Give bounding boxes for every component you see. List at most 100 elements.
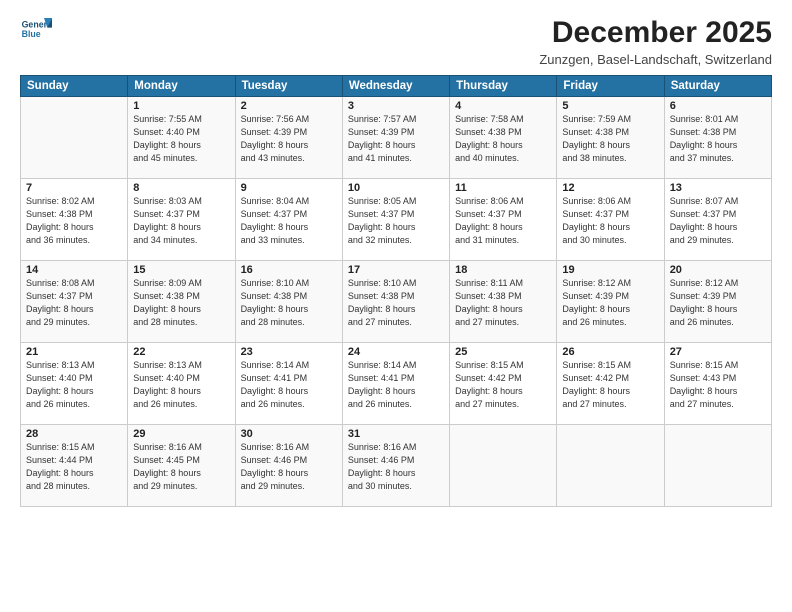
calendar-cell: 17Sunrise: 8:10 AM Sunset: 4:38 PM Dayli… (342, 261, 449, 343)
day-number: 15 (133, 264, 229, 276)
week-row-4: 21Sunrise: 8:13 AM Sunset: 4:40 PM Dayli… (21, 343, 772, 425)
day-number: 13 (670, 182, 766, 194)
calendar-cell: 25Sunrise: 8:15 AM Sunset: 4:42 PM Dayli… (450, 343, 557, 425)
day-number: 21 (26, 346, 122, 358)
day-info: Sunrise: 8:09 AM Sunset: 4:38 PM Dayligh… (133, 277, 229, 329)
day-number: 27 (670, 346, 766, 358)
day-number: 1 (133, 100, 229, 112)
calendar-cell: 23Sunrise: 8:14 AM Sunset: 4:41 PM Dayli… (235, 343, 342, 425)
week-row-5: 28Sunrise: 8:15 AM Sunset: 4:44 PM Dayli… (21, 425, 772, 507)
day-number: 25 (455, 346, 551, 358)
weekday-header-row: SundayMondayTuesdayWednesdayThursdayFrid… (21, 76, 772, 97)
calendar-cell: 5Sunrise: 7:59 AM Sunset: 4:38 PM Daylig… (557, 97, 664, 179)
day-info: Sunrise: 8:01 AM Sunset: 4:38 PM Dayligh… (670, 113, 766, 165)
day-number: 7 (26, 182, 122, 194)
calendar-cell: 3Sunrise: 7:57 AM Sunset: 4:39 PM Daylig… (342, 97, 449, 179)
day-info: Sunrise: 7:58 AM Sunset: 4:38 PM Dayligh… (455, 113, 551, 165)
day-number: 11 (455, 182, 551, 194)
calendar-cell: 28Sunrise: 8:15 AM Sunset: 4:44 PM Dayli… (21, 425, 128, 507)
calendar-cell: 6Sunrise: 8:01 AM Sunset: 4:38 PM Daylig… (664, 97, 771, 179)
calendar-cell: 7Sunrise: 8:02 AM Sunset: 4:38 PM Daylig… (21, 179, 128, 261)
calendar-cell: 1Sunrise: 7:55 AM Sunset: 4:40 PM Daylig… (128, 97, 235, 179)
day-number: 14 (26, 264, 122, 276)
day-info: Sunrise: 8:13 AM Sunset: 4:40 PM Dayligh… (26, 359, 122, 411)
day-info: Sunrise: 8:04 AM Sunset: 4:37 PM Dayligh… (241, 195, 337, 247)
calendar-cell: 22Sunrise: 8:13 AM Sunset: 4:40 PM Dayli… (128, 343, 235, 425)
calendar-cell (664, 425, 771, 507)
weekday-header-sunday: Sunday (21, 76, 128, 97)
day-info: Sunrise: 8:06 AM Sunset: 4:37 PM Dayligh… (455, 195, 551, 247)
weekday-header-wednesday: Wednesday (342, 76, 449, 97)
day-number: 16 (241, 264, 337, 276)
day-number: 19 (562, 264, 658, 276)
day-number: 30 (241, 428, 337, 440)
day-info: Sunrise: 8:02 AM Sunset: 4:38 PM Dayligh… (26, 195, 122, 247)
calendar-cell: 18Sunrise: 8:11 AM Sunset: 4:38 PM Dayli… (450, 261, 557, 343)
day-info: Sunrise: 7:56 AM Sunset: 4:39 PM Dayligh… (241, 113, 337, 165)
calendar-cell: 12Sunrise: 8:06 AM Sunset: 4:37 PM Dayli… (557, 179, 664, 261)
day-info: Sunrise: 8:16 AM Sunset: 4:46 PM Dayligh… (348, 441, 444, 493)
day-number: 5 (562, 100, 658, 112)
day-number: 9 (241, 182, 337, 194)
day-info: Sunrise: 8:10 AM Sunset: 4:38 PM Dayligh… (241, 277, 337, 329)
day-number: 26 (562, 346, 658, 358)
day-number: 24 (348, 346, 444, 358)
page: General Blue December 2025 Zunzgen, Base… (0, 0, 792, 612)
title-block: December 2025 Zunzgen, Basel-Landschaft,… (539, 16, 772, 67)
day-info: Sunrise: 8:10 AM Sunset: 4:38 PM Dayligh… (348, 277, 444, 329)
weekday-header-thursday: Thursday (450, 76, 557, 97)
day-number: 2 (241, 100, 337, 112)
day-number: 4 (455, 100, 551, 112)
weekday-header-monday: Monday (128, 76, 235, 97)
day-number: 23 (241, 346, 337, 358)
calendar-cell: 26Sunrise: 8:15 AM Sunset: 4:42 PM Dayli… (557, 343, 664, 425)
weekday-header-saturday: Saturday (664, 76, 771, 97)
month-title: December 2025 (539, 16, 772, 50)
calendar-cell: 20Sunrise: 8:12 AM Sunset: 4:39 PM Dayli… (664, 261, 771, 343)
calendar-cell (450, 425, 557, 507)
day-info: Sunrise: 7:55 AM Sunset: 4:40 PM Dayligh… (133, 113, 229, 165)
day-number: 8 (133, 182, 229, 194)
day-number: 17 (348, 264, 444, 276)
day-info: Sunrise: 7:57 AM Sunset: 4:39 PM Dayligh… (348, 113, 444, 165)
day-info: Sunrise: 8:07 AM Sunset: 4:37 PM Dayligh… (670, 195, 766, 247)
week-row-2: 7Sunrise: 8:02 AM Sunset: 4:38 PM Daylig… (21, 179, 772, 261)
svg-text:Blue: Blue (22, 29, 41, 39)
day-info: Sunrise: 8:06 AM Sunset: 4:37 PM Dayligh… (562, 195, 658, 247)
calendar-cell: 2Sunrise: 7:56 AM Sunset: 4:39 PM Daylig… (235, 97, 342, 179)
day-number: 31 (348, 428, 444, 440)
calendar-cell: 29Sunrise: 8:16 AM Sunset: 4:45 PM Dayli… (128, 425, 235, 507)
calendar-cell: 14Sunrise: 8:08 AM Sunset: 4:37 PM Dayli… (21, 261, 128, 343)
calendar-cell: 4Sunrise: 7:58 AM Sunset: 4:38 PM Daylig… (450, 97, 557, 179)
logo-icon: General Blue (20, 16, 52, 44)
day-info: Sunrise: 8:12 AM Sunset: 4:39 PM Dayligh… (562, 277, 658, 329)
calendar-cell: 19Sunrise: 8:12 AM Sunset: 4:39 PM Dayli… (557, 261, 664, 343)
day-number: 12 (562, 182, 658, 194)
calendar-cell: 11Sunrise: 8:06 AM Sunset: 4:37 PM Dayli… (450, 179, 557, 261)
day-info: Sunrise: 8:15 AM Sunset: 4:44 PM Dayligh… (26, 441, 122, 493)
calendar-cell (557, 425, 664, 507)
header: General Blue December 2025 Zunzgen, Base… (20, 16, 772, 67)
day-info: Sunrise: 8:15 AM Sunset: 4:42 PM Dayligh… (562, 359, 658, 411)
day-info: Sunrise: 8:16 AM Sunset: 4:46 PM Dayligh… (241, 441, 337, 493)
calendar-cell: 16Sunrise: 8:10 AM Sunset: 4:38 PM Dayli… (235, 261, 342, 343)
weekday-header-tuesday: Tuesday (235, 76, 342, 97)
calendar-cell: 8Sunrise: 8:03 AM Sunset: 4:37 PM Daylig… (128, 179, 235, 261)
day-info: Sunrise: 8:05 AM Sunset: 4:37 PM Dayligh… (348, 195, 444, 247)
calendar-cell: 21Sunrise: 8:13 AM Sunset: 4:40 PM Dayli… (21, 343, 128, 425)
calendar-cell: 27Sunrise: 8:15 AM Sunset: 4:43 PM Dayli… (664, 343, 771, 425)
day-info: Sunrise: 8:13 AM Sunset: 4:40 PM Dayligh… (133, 359, 229, 411)
logo: General Blue (20, 16, 52, 44)
location: Zunzgen, Basel-Landschaft, Switzerland (539, 52, 772, 67)
weekday-header-friday: Friday (557, 76, 664, 97)
calendar-cell (21, 97, 128, 179)
day-info: Sunrise: 8:08 AM Sunset: 4:37 PM Dayligh… (26, 277, 122, 329)
calendar-cell: 30Sunrise: 8:16 AM Sunset: 4:46 PM Dayli… (235, 425, 342, 507)
day-info: Sunrise: 7:59 AM Sunset: 4:38 PM Dayligh… (562, 113, 658, 165)
calendar-cell: 9Sunrise: 8:04 AM Sunset: 4:37 PM Daylig… (235, 179, 342, 261)
day-number: 10 (348, 182, 444, 194)
calendar: SundayMondayTuesdayWednesdayThursdayFrid… (20, 75, 772, 507)
week-row-3: 14Sunrise: 8:08 AM Sunset: 4:37 PM Dayli… (21, 261, 772, 343)
day-info: Sunrise: 8:14 AM Sunset: 4:41 PM Dayligh… (348, 359, 444, 411)
day-info: Sunrise: 8:03 AM Sunset: 4:37 PM Dayligh… (133, 195, 229, 247)
